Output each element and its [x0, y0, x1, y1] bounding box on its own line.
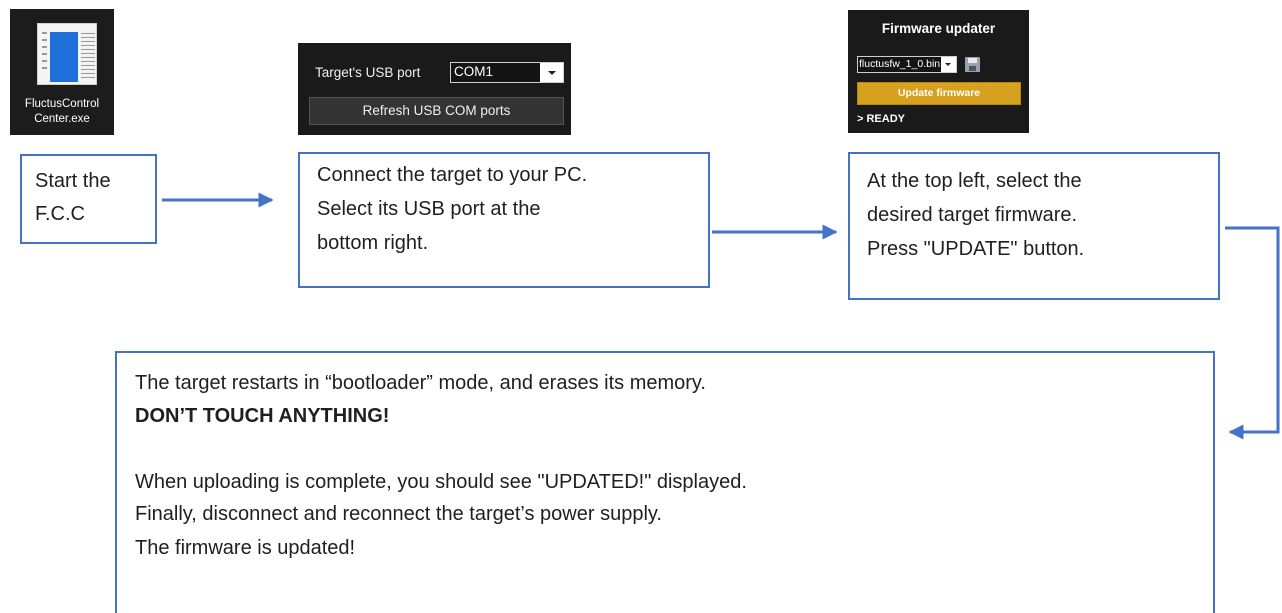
step1-text-line2: F.C.C	[35, 203, 85, 225]
step3-text-line2: desired target firmware.	[867, 204, 1078, 226]
step3-text-line1: At the top left, select the	[867, 170, 1082, 192]
arrow-step3-to-step4	[1225, 226, 1280, 440]
step4-text-line3: When uploading is complete, you should s…	[135, 471, 747, 493]
step4-text-line1: The target restarts in “bootloader” mode…	[135, 372, 706, 394]
step4-final-text: The firmware is updated!	[135, 537, 356, 559]
step2-text-line3: bottom right.	[317, 232, 429, 254]
step4-warning-text: DON’T TOUCH ANYTHING!	[135, 405, 390, 427]
step2-text-line1: Connect the target to your PC.	[317, 164, 588, 186]
step1-text-line1: Start the	[35, 170, 111, 192]
step2-text-line2: Select its USB port at the	[317, 198, 541, 220]
step4-text-line4: Finally, disconnect and reconnect the ta…	[135, 503, 662, 525]
step3-text-line3: Press "UPDATE" button.	[867, 238, 1085, 260]
